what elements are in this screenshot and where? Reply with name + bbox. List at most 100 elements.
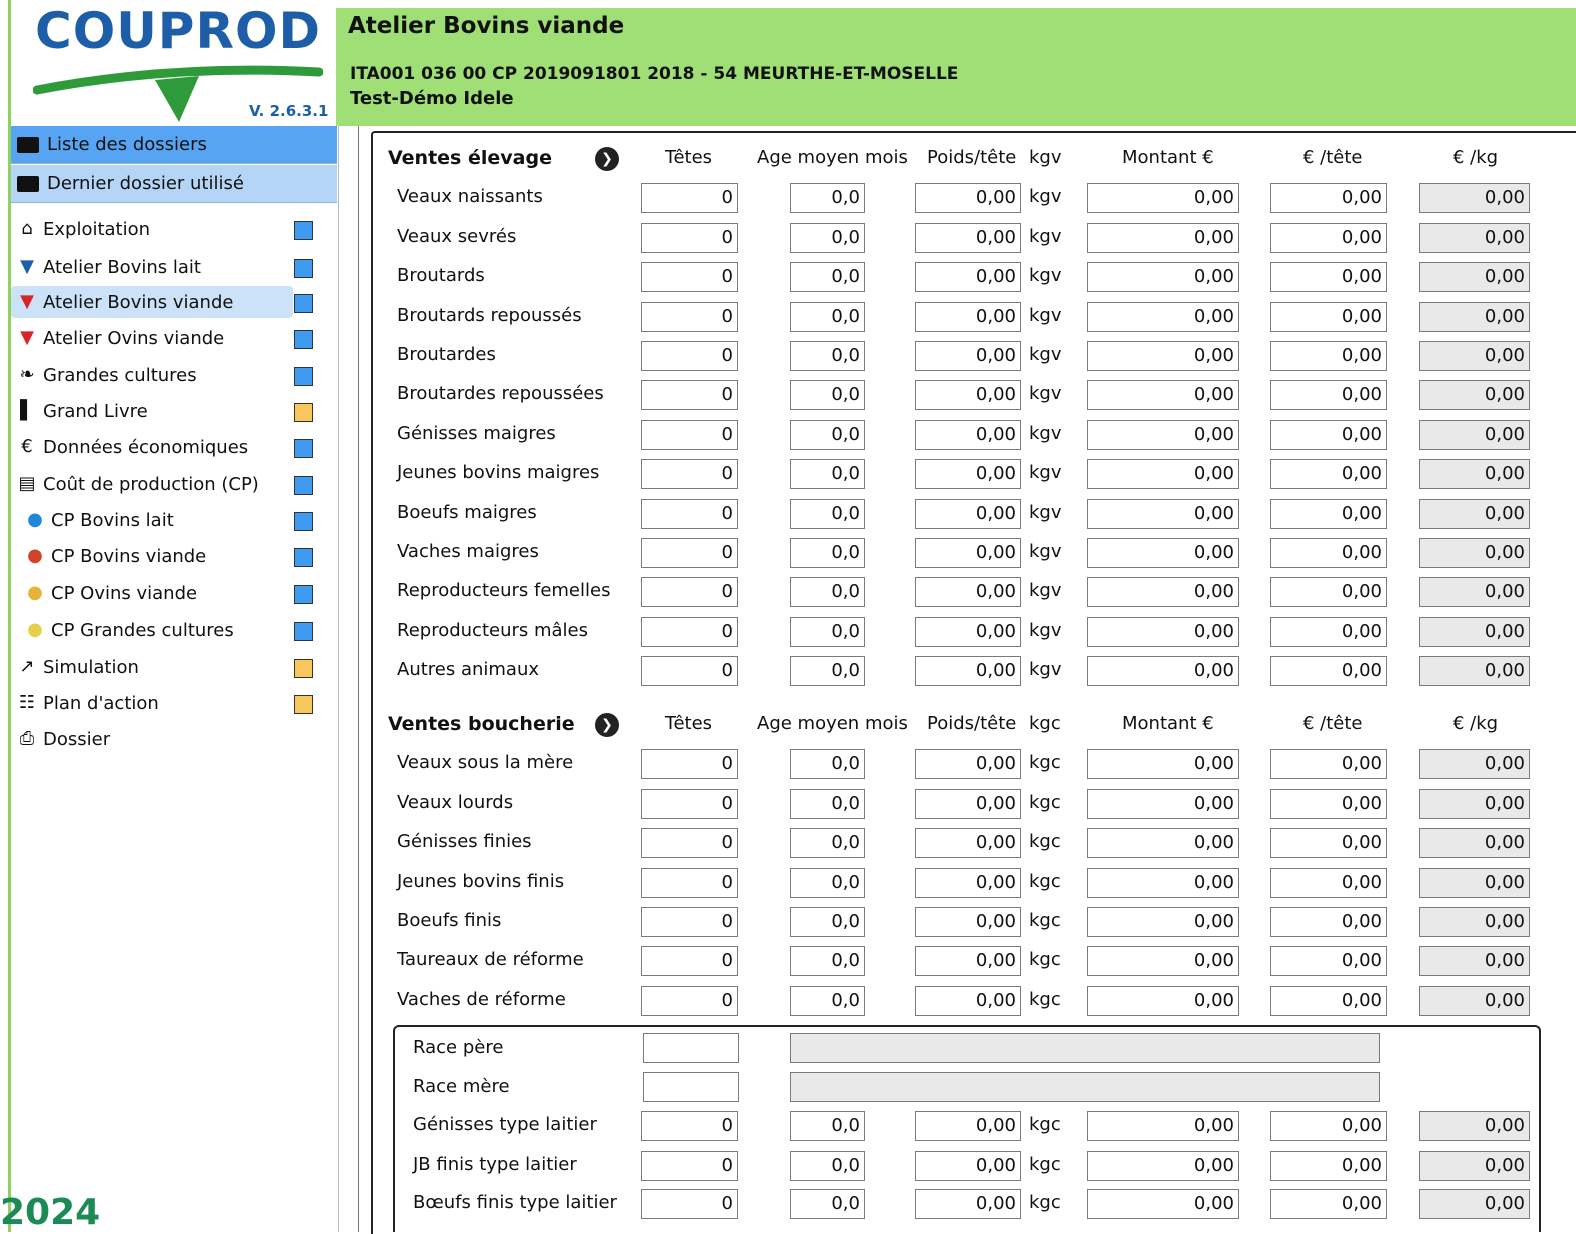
tetes-field[interactable]: 0	[641, 302, 738, 332]
age-field[interactable]: 0,0	[790, 380, 865, 410]
poids-field[interactable]: 0,00	[915, 420, 1021, 450]
eur-tete-field[interactable]: 0,00	[1270, 183, 1387, 213]
sidebar-item-cp-bovins-lait[interactable]: ● CP Bovins lait	[11, 504, 293, 536]
sidebar-item-atelier-bovins-lait[interactable]: ▼ Atelier Bovins lait	[11, 251, 293, 283]
eur-tete-field[interactable]: 0,00	[1270, 656, 1387, 686]
montant-field[interactable]: 0,00	[1087, 223, 1239, 253]
race-mere-code-field[interactable]	[643, 1072, 739, 1102]
eur-tete-field[interactable]: 0,00	[1270, 828, 1387, 858]
eur-tete-field[interactable]: 0,00	[1270, 749, 1387, 779]
race-pere-name-field[interactable]	[790, 1033, 1380, 1063]
age-field[interactable]: 0,0	[790, 577, 865, 607]
poids-field[interactable]: 0,00	[915, 499, 1021, 529]
tetes-field[interactable]: 0	[641, 223, 738, 253]
eur-tete-field[interactable]: 0,00	[1270, 986, 1387, 1016]
poids-field[interactable]: 0,00	[915, 380, 1021, 410]
sidebar-item-cp-ovins-viande[interactable]: ● CP Ovins viande	[11, 577, 293, 609]
poids-field[interactable]: 0,00	[915, 1151, 1021, 1181]
tetes-field[interactable]: 0	[641, 1151, 738, 1181]
montant-field[interactable]: 0,00	[1087, 538, 1239, 568]
age-field[interactable]: 0,0	[790, 459, 865, 489]
sidebar-item-donn-es-conomiques[interactable]: € Données économiques	[11, 431, 293, 463]
montant-field[interactable]: 0,00	[1087, 302, 1239, 332]
poids-field[interactable]: 0,00	[915, 262, 1021, 292]
race-mere-name-field[interactable]	[790, 1072, 1380, 1102]
eur-tete-field[interactable]: 0,00	[1270, 341, 1387, 371]
age-field[interactable]: 0,0	[790, 868, 865, 898]
tetes-field[interactable]: 0	[641, 749, 738, 779]
nav-liste-dossiers[interactable]: Liste des dossiers	[11, 126, 337, 164]
montant-field[interactable]: 0,00	[1087, 459, 1239, 489]
eur-tete-field[interactable]: 0,00	[1270, 907, 1387, 937]
tetes-field[interactable]: 0	[641, 1189, 738, 1219]
tetes-field[interactable]: 0	[641, 868, 738, 898]
eur-tete-field[interactable]: 0,00	[1270, 302, 1387, 332]
poids-field[interactable]: 0,00	[915, 459, 1021, 489]
eur-tete-field[interactable]: 0,00	[1270, 223, 1387, 253]
tetes-field[interactable]: 0	[641, 538, 738, 568]
poids-field[interactable]: 0,00	[915, 538, 1021, 568]
poids-field[interactable]: 0,00	[915, 183, 1021, 213]
tetes-field[interactable]: 0	[641, 262, 738, 292]
tetes-field[interactable]: 0	[641, 420, 738, 450]
sidebar-item-cp-grandes-cultures[interactable]: ● CP Grandes cultures	[11, 614, 293, 646]
age-field[interactable]: 0,0	[790, 946, 865, 976]
montant-field[interactable]: 0,00	[1087, 341, 1239, 371]
section-expand-icon[interactable]: ❯	[595, 147, 619, 171]
nav-dernier-dossier[interactable]: Dernier dossier utilisé	[11, 165, 337, 203]
montant-field[interactable]: 0,00	[1087, 1151, 1239, 1181]
poids-field[interactable]: 0,00	[915, 986, 1021, 1016]
eur-tete-field[interactable]: 0,00	[1270, 262, 1387, 292]
tetes-field[interactable]: 0	[641, 499, 738, 529]
montant-field[interactable]: 0,00	[1087, 262, 1239, 292]
sidebar-item-atelier-bovins-viande[interactable]: ▼ Atelier Bovins viande	[11, 286, 293, 318]
poids-field[interactable]: 0,00	[915, 656, 1021, 686]
age-field[interactable]: 0,0	[790, 183, 865, 213]
sidebar-item-cp-bovins-viande[interactable]: ● CP Bovins viande	[11, 540, 293, 572]
montant-field[interactable]: 0,00	[1087, 1189, 1239, 1219]
poids-field[interactable]: 0,00	[915, 1111, 1021, 1141]
tetes-field[interactable]: 0	[641, 341, 738, 371]
montant-field[interactable]: 0,00	[1087, 420, 1239, 450]
age-field[interactable]: 0,0	[790, 986, 865, 1016]
eur-tete-field[interactable]: 0,00	[1270, 538, 1387, 568]
poids-field[interactable]: 0,00	[915, 577, 1021, 607]
sidebar-item-exploitation[interactable]: ⌂ Exploitation	[11, 213, 293, 245]
eur-tete-field[interactable]: 0,00	[1270, 868, 1387, 898]
eur-tete-field[interactable]: 0,00	[1270, 499, 1387, 529]
race-pere-code-field[interactable]	[643, 1033, 739, 1063]
age-field[interactable]: 0,0	[790, 656, 865, 686]
age-field[interactable]: 0,0	[790, 499, 865, 529]
poids-field[interactable]: 0,00	[915, 868, 1021, 898]
eur-tete-field[interactable]: 0,00	[1270, 946, 1387, 976]
age-field[interactable]: 0,0	[790, 617, 865, 647]
age-field[interactable]: 0,0	[790, 223, 865, 253]
montant-field[interactable]: 0,00	[1087, 577, 1239, 607]
eur-tete-field[interactable]: 0,00	[1270, 420, 1387, 450]
sidebar-item-atelier-ovins-viande[interactable]: ▼ Atelier Ovins viande	[11, 322, 293, 354]
age-field[interactable]: 0,0	[790, 420, 865, 450]
poids-field[interactable]: 0,00	[915, 341, 1021, 371]
eur-tete-field[interactable]: 0,00	[1270, 459, 1387, 489]
age-field[interactable]: 0,0	[790, 789, 865, 819]
sidebar-item-grandes-cultures[interactable]: ❧ Grandes cultures	[11, 359, 293, 391]
age-field[interactable]: 0,0	[790, 1111, 865, 1141]
poids-field[interactable]: 0,00	[915, 907, 1021, 937]
montant-field[interactable]: 0,00	[1087, 907, 1239, 937]
poids-field[interactable]: 0,00	[915, 749, 1021, 779]
poids-field[interactable]: 0,00	[915, 789, 1021, 819]
age-field[interactable]: 0,0	[790, 1151, 865, 1181]
tetes-field[interactable]: 0	[641, 907, 738, 937]
eur-tete-field[interactable]: 0,00	[1270, 577, 1387, 607]
tetes-field[interactable]: 0	[641, 459, 738, 489]
tetes-field[interactable]: 0	[641, 828, 738, 858]
tetes-field[interactable]: 0	[641, 946, 738, 976]
tetes-field[interactable]: 0	[641, 183, 738, 213]
montant-field[interactable]: 0,00	[1087, 946, 1239, 976]
montant-field[interactable]: 0,00	[1087, 656, 1239, 686]
tetes-field[interactable]: 0	[641, 380, 738, 410]
montant-field[interactable]: 0,00	[1087, 183, 1239, 213]
eur-tete-field[interactable]: 0,00	[1270, 617, 1387, 647]
age-field[interactable]: 0,0	[790, 749, 865, 779]
age-field[interactable]: 0,0	[790, 907, 865, 937]
